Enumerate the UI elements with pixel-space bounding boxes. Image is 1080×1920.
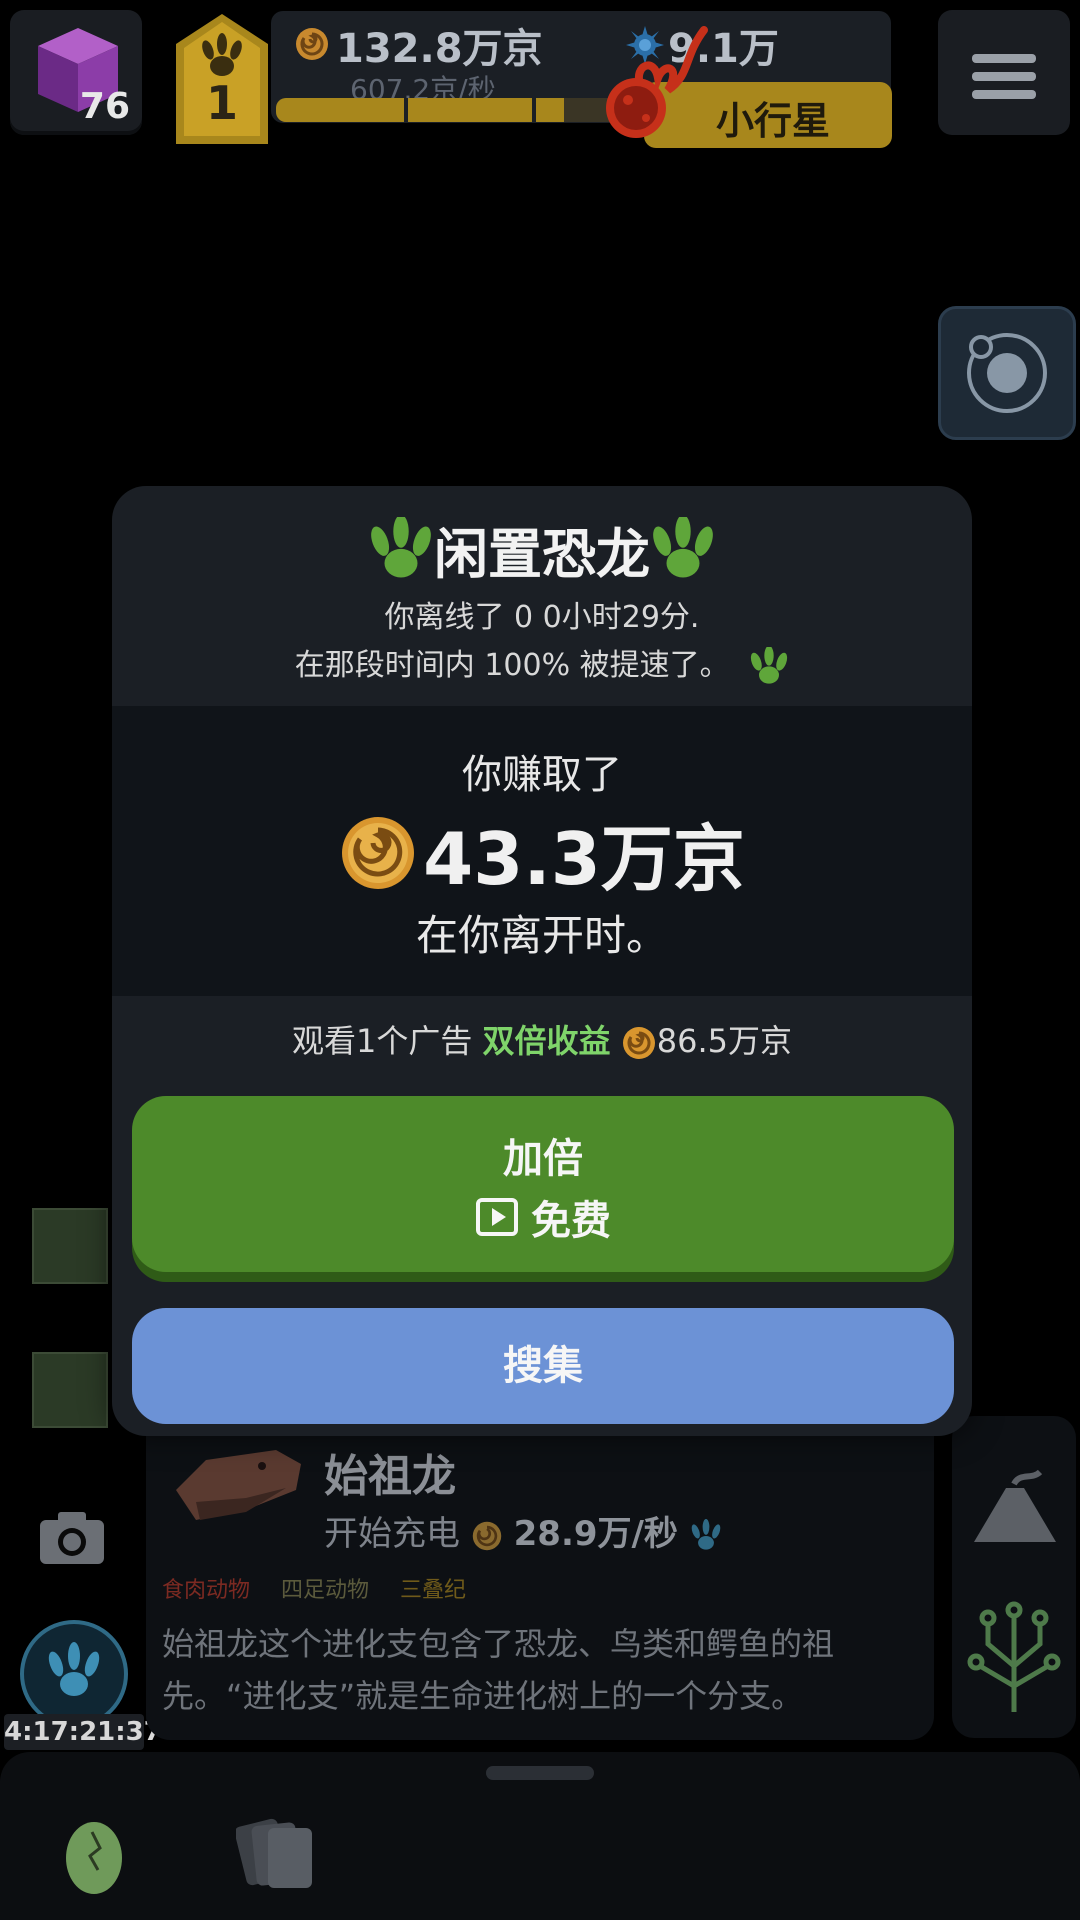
menu-icon-bar [972, 72, 1036, 81]
egg-icon[interactable] [62, 1812, 126, 1896]
earned-label: 你赚取了 [462, 752, 622, 798]
offline-duration: 你离线了 0 0小时29分. [384, 600, 700, 635]
dialog-title-row: 闲置恐龙 [112, 510, 972, 589]
earned-amount-row: 43.3万京 [112, 800, 972, 905]
drawer-handle[interactable] [486, 1766, 594, 1780]
dino-name: 始祖龙 [324, 1451, 456, 1502]
dino-info-card: 始祖龙 开始充电 28.9万/秒 食肉动物 四足动物 三叠纪 始祖龙这个进化支包… [146, 1410, 934, 1740]
cards-icon[interactable] [236, 1812, 316, 1892]
boost-line: 在那段时间内 100% 被提速了。 [112, 640, 972, 687]
dino-foot-icon [371, 516, 431, 577]
tag-period: 三叠纪 [400, 1578, 467, 1603]
menu-icon-bar [972, 90, 1036, 99]
cube-count: 76 [79, 86, 130, 127]
dino-boost-button[interactable] [20, 1620, 128, 1728]
resource-bar: 1 132.8万京 607.2京/秒 9.1万 小行星 [176, 6, 892, 148]
planet-button[interactable] [938, 306, 1076, 440]
progress-tick [532, 98, 536, 122]
coin-icon [622, 1027, 655, 1059]
double-button-sub: 免费 [132, 1188, 954, 1246]
dino-foot-icon [751, 645, 788, 684]
earnings-box: 你赚取了 43.3万京 在你离开时。 [112, 706, 972, 996]
dino-foot-icon [653, 516, 713, 577]
charge-prefix: 开始充电 [324, 1514, 460, 1554]
double-button-free: 免费 [531, 1198, 611, 1244]
stage-button[interactable]: 小行星 [606, 26, 892, 148]
comet-icon [606, 26, 708, 138]
bottom-nav [0, 1752, 1080, 1920]
dino-head-image [176, 1450, 301, 1520]
dino-description: 始祖龙这个进化支包含了恐龙、鸟类和鳄鱼的祖先。“进化支”就是生命进化树上的一个分… [162, 1625, 835, 1715]
earned-when: 在你离开时。 [415, 911, 668, 960]
coin-icon [342, 816, 415, 889]
menu-icon [972, 54, 1036, 63]
boost-text: 在那段时间内 100% 被提速了。 [294, 648, 730, 683]
planet-icon [967, 333, 1047, 413]
dino-foot-icon [48, 1642, 100, 1696]
volcano-icon[interactable] [970, 1466, 1060, 1546]
cube-currency-button[interactable]: 76 [10, 10, 142, 135]
ad-prefix: 观看1个广告 [292, 1022, 473, 1060]
camera-icon[interactable] [36, 1508, 108, 1568]
tag-carnivore: 食肉动物 [162, 1578, 251, 1603]
double-button-label: 加倍 [503, 1136, 583, 1182]
stage-progress-fill [276, 98, 564, 122]
dino-thumbnail[interactable] [32, 1352, 108, 1428]
double-reward-button[interactable]: 加倍 免费 [132, 1096, 954, 1272]
progress-tick [404, 98, 408, 122]
ad-double-label: 双倍收益 [482, 1022, 611, 1060]
tag-quadruped: 四足动物 [281, 1578, 370, 1603]
earned-amount: 43.3万京 [423, 817, 745, 901]
right-side-panel [952, 1416, 1076, 1738]
collect-button[interactable]: 搜集 [132, 1308, 954, 1424]
stage-label: 小行星 [716, 99, 831, 143]
offline-earnings-dialog: 闲置恐龙 你离线了 0 0小时29分. 在那段时间内 100% 被提速了。 你赚… [112, 486, 972, 1436]
coin-icon [296, 28, 328, 60]
charge-rate: 28.9万/秒 [513, 1514, 678, 1554]
dino-tags: 食肉动物 四足动物 三叠纪 [162, 1572, 490, 1604]
level-number: 1 [205, 76, 238, 130]
coin-icon [472, 1521, 502, 1550]
ad-offer-line: 观看1个广告 双倍收益 86.5万京 [112, 1016, 972, 1062]
menu-button[interactable] [938, 10, 1070, 135]
dialog-title: 闲置恐龙 [434, 523, 650, 586]
evolution-tree-icon[interactable] [966, 1596, 1062, 1716]
dino-thumbnail[interactable] [32, 1208, 108, 1284]
boost-timer: 4:17:21:37 [4, 1714, 162, 1750]
ad-amount: 86.5万京 [656, 1022, 792, 1060]
charge-rate-line: 开始充电 28.9万/秒 [324, 1506, 723, 1555]
coin-total: 132.8万京 [336, 26, 543, 72]
play-icon [476, 1198, 518, 1236]
dino-foot-icon [691, 1518, 721, 1550]
